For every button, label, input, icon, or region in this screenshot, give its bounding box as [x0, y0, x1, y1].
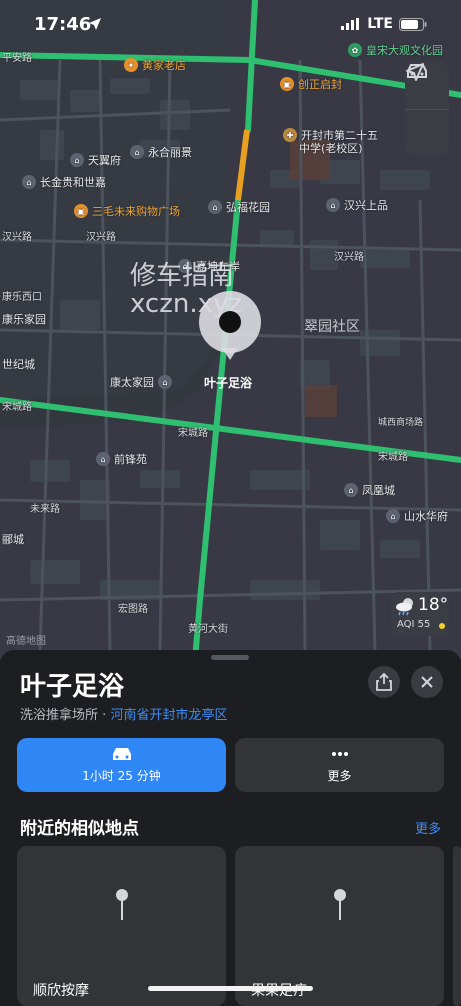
place-title: 叶子足浴 — [20, 672, 125, 702]
map-poi[interactable]: ⌂ 前锋苑 — [96, 451, 147, 467]
shopping-icon: ▣ — [74, 204, 88, 218]
home-icon: ⌂ — [208, 200, 222, 214]
road-label: 黄河大街 — [188, 624, 228, 635]
road-label: 康乐西口 — [2, 292, 42, 303]
car-icon — [112, 748, 131, 760]
map-poi[interactable]: 郦城 — [2, 531, 24, 547]
map-poi[interactable]: ⌂ 山水华府 — [386, 508, 448, 524]
home-icon: ⌂ — [158, 375, 172, 389]
place-location-link[interactable]: 河南省开封市龙亭区 — [110, 708, 227, 723]
close-icon — [421, 676, 433, 688]
card-name: 顺欣按摩 — [33, 983, 89, 999]
map-poi[interactable]: 康太家园 ⌂ — [110, 374, 172, 390]
home-icon: ⌂ — [344, 483, 358, 497]
map-poi[interactable]: ⌂ 弘福花园 — [208, 199, 270, 215]
place-category: 洗浴推拿场所 — [20, 708, 99, 723]
road-label: 宋城路 — [378, 452, 408, 463]
battery-icon — [399, 17, 427, 31]
locate-me-button[interactable] — [405, 63, 449, 157]
share-icon — [376, 673, 392, 691]
location-arrow-icon — [406, 63, 424, 81]
close-button[interactable] — [411, 666, 443, 698]
map-controls — [405, 62, 449, 156]
sheet-grabber[interactable] — [211, 655, 249, 660]
status-bar: 17:46 LTE — [0, 0, 461, 50]
home-icon: ⌂ — [22, 175, 36, 189]
map-poi[interactable]: ✦ 黄家老店 — [124, 57, 186, 73]
pin-icon — [116, 889, 128, 920]
status-right: LTE — [341, 16, 427, 32]
pin-label: 叶子足浴 — [204, 376, 253, 390]
map-poi[interactable]: 康乐家园 — [2, 311, 46, 327]
map-poi[interactable]: ⌂ 天翼府 — [70, 152, 121, 168]
home-icon: ⌂ — [326, 198, 340, 212]
road-label: 汉兴路 — [86, 232, 116, 243]
directions-label: 1小时 25 分钟 — [82, 769, 161, 783]
nearby-place-card[interactable]: 顺欣按摩 — [17, 846, 226, 1006]
more-actions-label: 更多 — [327, 769, 352, 783]
network-type: LTE — [367, 16, 393, 32]
map-poi[interactable]: ⌂ 永合丽景 — [130, 144, 192, 160]
area-label: 翠园社区 — [304, 319, 360, 335]
home-icon: ⌂ — [70, 153, 84, 167]
map-poi[interactable]: ⌂ 凤凰城 — [344, 482, 395, 498]
section-more-link[interactable]: 更多 — [415, 818, 441, 837]
temperature: 18° — [418, 595, 449, 615]
weather-cloud-moon-icon — [396, 598, 413, 616]
more-actions-button[interactable]: 更多 — [235, 738, 444, 792]
road-label: 汉兴路 — [2, 232, 32, 243]
road-label: 宏图路 — [118, 604, 148, 615]
signal-icon — [341, 18, 360, 30]
road-label: 平安路 — [2, 53, 32, 64]
nearby-place-card[interactable]: 果果足疗 — [235, 846, 444, 1006]
map-poi[interactable]: ⌂ 汉兴上品 — [326, 197, 388, 213]
road-label: 宋城路 — [2, 402, 32, 413]
shop-icon: ▣ — [280, 77, 294, 91]
home-icon: ⌂ — [386, 509, 400, 523]
map-view[interactable]: 平安路 汉兴路 汉兴路 康乐西口 宋城路 宋城路 宋城路 城西商场路 未来路 黄… — [0, 0, 461, 660]
aqi-label: AQI 55 — [397, 619, 431, 630]
directions-button[interactable]: 1小时 25 分钟 — [17, 738, 226, 792]
home-icon: ⌂ — [130, 145, 144, 159]
ellipsis-icon — [331, 752, 348, 756]
place-card-sheet[interactable]: 叶子足浴 洗浴推拿场所 · 河南省开封市龙亭区 1小时 25 分钟 更多 附近的… — [0, 650, 461, 1006]
road-label: 宋城路 — [178, 428, 208, 439]
map-poi[interactable]: ⌂ 长金贵和世嘉 — [22, 174, 106, 190]
status-time: 17:46 — [34, 14, 92, 35]
road-label: 未来路 — [30, 504, 60, 515]
section-title: 附近的相似地点 — [20, 819, 139, 839]
road-label: 城西商场路 — [378, 418, 424, 428]
map-poi[interactable]: ▣ 创正启封 — [280, 76, 342, 92]
aqi-dot — [439, 623, 445, 629]
pin-icon — [334, 889, 346, 920]
location-pin[interactable] — [198, 290, 262, 360]
home-indicator[interactable] — [148, 986, 313, 991]
restaurant-icon: ✦ — [124, 58, 138, 72]
home-icon: ⌂ — [96, 452, 110, 466]
map-poi-sub: 中学(老校区) — [299, 142, 363, 155]
location-services-icon — [88, 16, 102, 35]
map-poi[interactable]: 世纪城 — [2, 356, 35, 372]
share-button[interactable] — [368, 666, 400, 698]
map-legal[interactable]: 高德地图 — [6, 632, 46, 647]
weather-widget[interactable]: 18° AQI 55 — [391, 592, 449, 636]
place-subtitle: 洗浴推拿场所 · 河南省开封市龙亭区 — [20, 704, 227, 723]
road-label: 汉兴路 — [334, 252, 364, 263]
school-icon: ✚ — [283, 128, 297, 142]
separator: · — [102, 708, 107, 723]
map-poi[interactable]: ▣ 三毛未来购物广场 — [74, 203, 180, 219]
nearby-place-card-peek[interactable] — [453, 846, 461, 1006]
